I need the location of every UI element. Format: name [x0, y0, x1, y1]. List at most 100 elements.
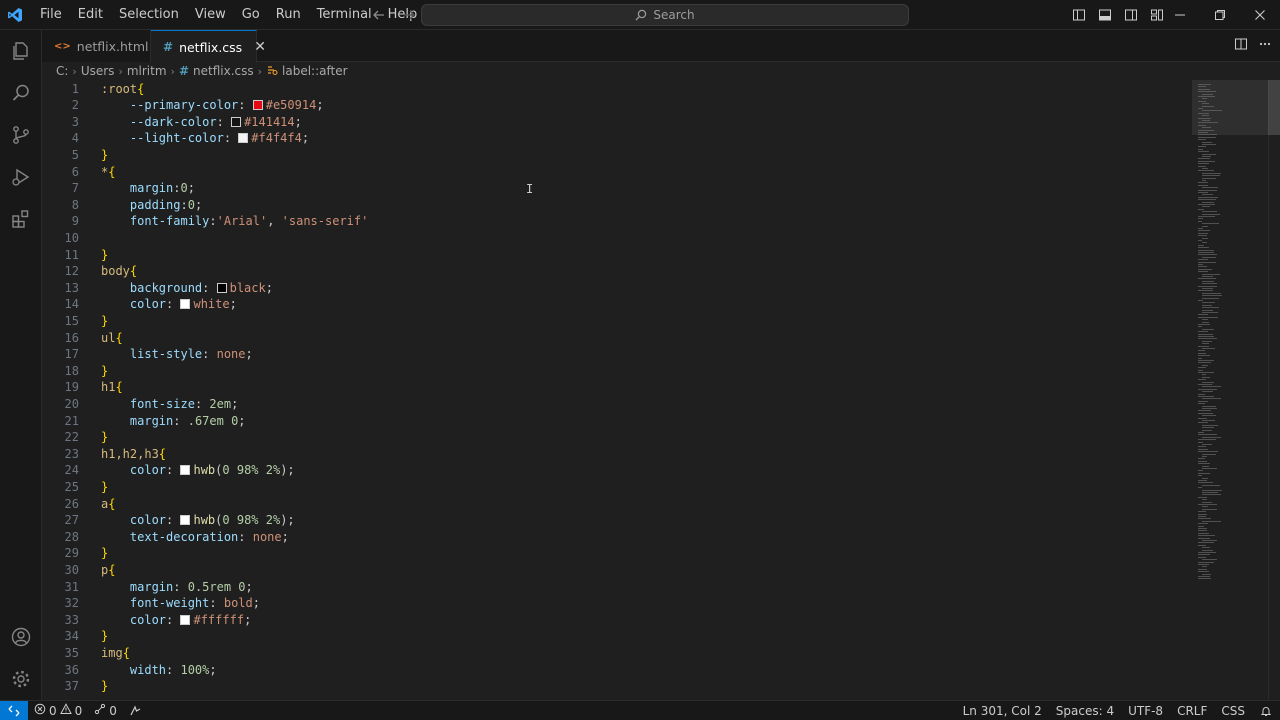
toggle-panel-icon[interactable]	[1094, 4, 1116, 26]
code-line[interactable]: 7 margin:0;	[42, 180, 1182, 197]
code-line[interactable]: 29}	[42, 545, 1182, 562]
code-line[interactable]: 33 color: #ffffff;	[42, 612, 1182, 629]
toggle-primary-sidebar-icon[interactable]	[1068, 4, 1090, 26]
code-editor[interactable]: 1:root{2 --primary-color: #e50914; 3 --da…	[42, 80, 1192, 700]
code-line[interactable]: 3 --dark-color: #141414;	[42, 114, 1182, 131]
code-line[interactable]: 8 padding:0;	[42, 197, 1182, 214]
breadcrumb-drive[interactable]: C:	[56, 64, 68, 78]
code-line[interactable]: 35 img{	[42, 645, 1182, 662]
code-line[interactable]: 21 margin: .67em 0;	[42, 413, 1182, 430]
code-line[interactable]: 4 --light-color: #f4f4f4;	[42, 130, 1182, 147]
code-line[interactable]: 28 text-decoration: none;	[42, 529, 1182, 546]
code-line[interactable]: 12 body{	[42, 263, 1182, 280]
breadcrumb-symbol[interactable]: label::after	[282, 64, 348, 78]
source-control-icon[interactable]	[0, 114, 42, 156]
toggle-secondary-sidebar-icon[interactable]	[1120, 4, 1142, 26]
breadcrumb-file[interactable]: netflix.css	[193, 64, 254, 78]
more-actions-icon[interactable]	[1258, 37, 1272, 55]
menu-run[interactable]: Run	[268, 0, 309, 30]
code-line[interactable]: 9 font-family:'Arial', 'sans-serif'	[42, 213, 1182, 230]
code-line[interactable]: 22}	[42, 429, 1182, 446]
minimap-line	[1202, 280, 1214, 282]
code-line[interactable]: 26 a{	[42, 496, 1182, 513]
code-line[interactable]: 11}	[42, 247, 1182, 264]
minimap-line	[1202, 499, 1207, 501]
code-line[interactable]: 18}	[42, 363, 1182, 380]
code-line[interactable]: 37}	[42, 678, 1182, 695]
minimap-line	[1202, 408, 1218, 409]
line-number: 2	[71, 98, 79, 113]
live-share-icon[interactable]	[123, 701, 148, 720]
color-swatch[interactable]	[180, 465, 191, 476]
explorer-icon[interactable]	[0, 30, 42, 72]
account-icon[interactable]	[0, 616, 42, 658]
restore-icon[interactable]	[1200, 0, 1240, 30]
code-line[interactable]: 36 width: 100%;	[42, 662, 1182, 679]
breadcrumb-user[interactable]: mlritm	[127, 64, 167, 78]
encoding[interactable]: UTF-8	[1121, 701, 1170, 720]
color-swatch[interactable]	[216, 282, 227, 293]
code-line[interactable]: 19 h1{	[42, 379, 1182, 396]
code-line[interactable]: 14 color: white;	[42, 296, 1182, 313]
minimap-viewport-slider[interactable]	[1192, 80, 1268, 135]
run-and-debug-icon[interactable]	[0, 156, 42, 198]
forward-arrow-icon[interactable]	[398, 4, 420, 26]
line-number: 20	[64, 396, 79, 411]
code-line[interactable]: 32 font-weight: bold;	[42, 595, 1182, 612]
cursor-position[interactable]: Ln 301, Col 2	[956, 701, 1049, 720]
code-line[interactable]: 10	[42, 230, 1182, 247]
close-window-icon[interactable]	[1240, 0, 1280, 30]
indentation[interactable]: Spaces: 4	[1049, 701, 1121, 720]
menu-edit[interactable]: Edit	[70, 0, 111, 30]
minimize-icon[interactable]	[1160, 0, 1200, 30]
command-center-search[interactable]: Search	[421, 4, 909, 26]
code-line[interactable]: 31 margin: 0.5rem 0;	[42, 579, 1182, 596]
code-text: font-weight: bold;	[101, 595, 260, 612]
menu-go[interactable]: Go	[234, 0, 268, 30]
extensions-icon[interactable]	[0, 198, 42, 240]
end-of-line[interactable]: CRLF	[1170, 701, 1214, 720]
color-swatch[interactable]	[180, 515, 191, 526]
code-line[interactable]: 15}	[42, 313, 1182, 330]
menu-selection[interactable]: Selection	[111, 0, 187, 30]
code-line[interactable]: 1:root{	[42, 81, 1182, 98]
code-line[interactable]: 16 ul{	[42, 330, 1182, 347]
color-swatch[interactable]	[252, 100, 263, 111]
code-line[interactable]: 27 color: hwb(0 98% 2%);	[42, 512, 1182, 529]
minimap-line	[1202, 489, 1222, 491]
code-line[interactable]: 25}	[42, 479, 1182, 496]
code-line[interactable]: 23 h1,h2,h3{	[42, 446, 1182, 463]
code-line[interactable]: 17 list-style: none;	[42, 346, 1182, 363]
code-line[interactable]: 24 color: hwb(0 98% 2%);	[42, 462, 1182, 479]
settings-gear-icon[interactable]	[0, 658, 42, 700]
notifications-bell-icon[interactable]	[1252, 701, 1280, 720]
vertical-scrollbar[interactable]	[1268, 80, 1280, 700]
search-sidebar-icon[interactable]	[0, 72, 42, 114]
code-token: :root	[101, 81, 138, 96]
split-editor-icon[interactable]	[1234, 37, 1248, 55]
code-line[interactable]: 6 *{	[42, 164, 1182, 181]
minimap[interactable]	[1192, 80, 1268, 700]
language-mode[interactable]: CSS	[1214, 701, 1252, 720]
ports-indicator[interactable]: 0	[88, 701, 123, 720]
code-line[interactable]: 2 --primary-color: #e50914;	[42, 97, 1182, 114]
color-swatch[interactable]	[180, 614, 191, 625]
tab-netflix-css[interactable]: # netflix.css ✕	[151, 30, 266, 63]
code-line[interactable]: 20 font-size: 2em;	[42, 396, 1182, 413]
remote-indicator-icon[interactable]	[0, 700, 28, 720]
close-icon[interactable]: ✕	[254, 39, 266, 55]
code-line[interactable]: 30 p{	[42, 562, 1182, 579]
back-arrow-icon[interactable]	[368, 4, 390, 26]
scrollbar-thumb[interactable]	[1268, 80, 1280, 135]
color-swatch[interactable]	[231, 116, 242, 127]
menu-view[interactable]: View	[187, 0, 234, 30]
color-swatch[interactable]	[180, 299, 191, 310]
tab-netflix-html[interactable]: <> netflix.html	[42, 30, 151, 62]
code-line[interactable]: 13 background: black;	[42, 280, 1182, 297]
color-swatch[interactable]	[238, 133, 249, 144]
menu-file[interactable]: File	[32, 0, 70, 30]
code-line[interactable]: 34}	[42, 628, 1182, 645]
breadcrumb-users[interactable]: Users	[81, 64, 115, 78]
problems-indicator[interactable]: 0 0	[28, 701, 88, 720]
code-line[interactable]: 5}	[42, 147, 1182, 164]
